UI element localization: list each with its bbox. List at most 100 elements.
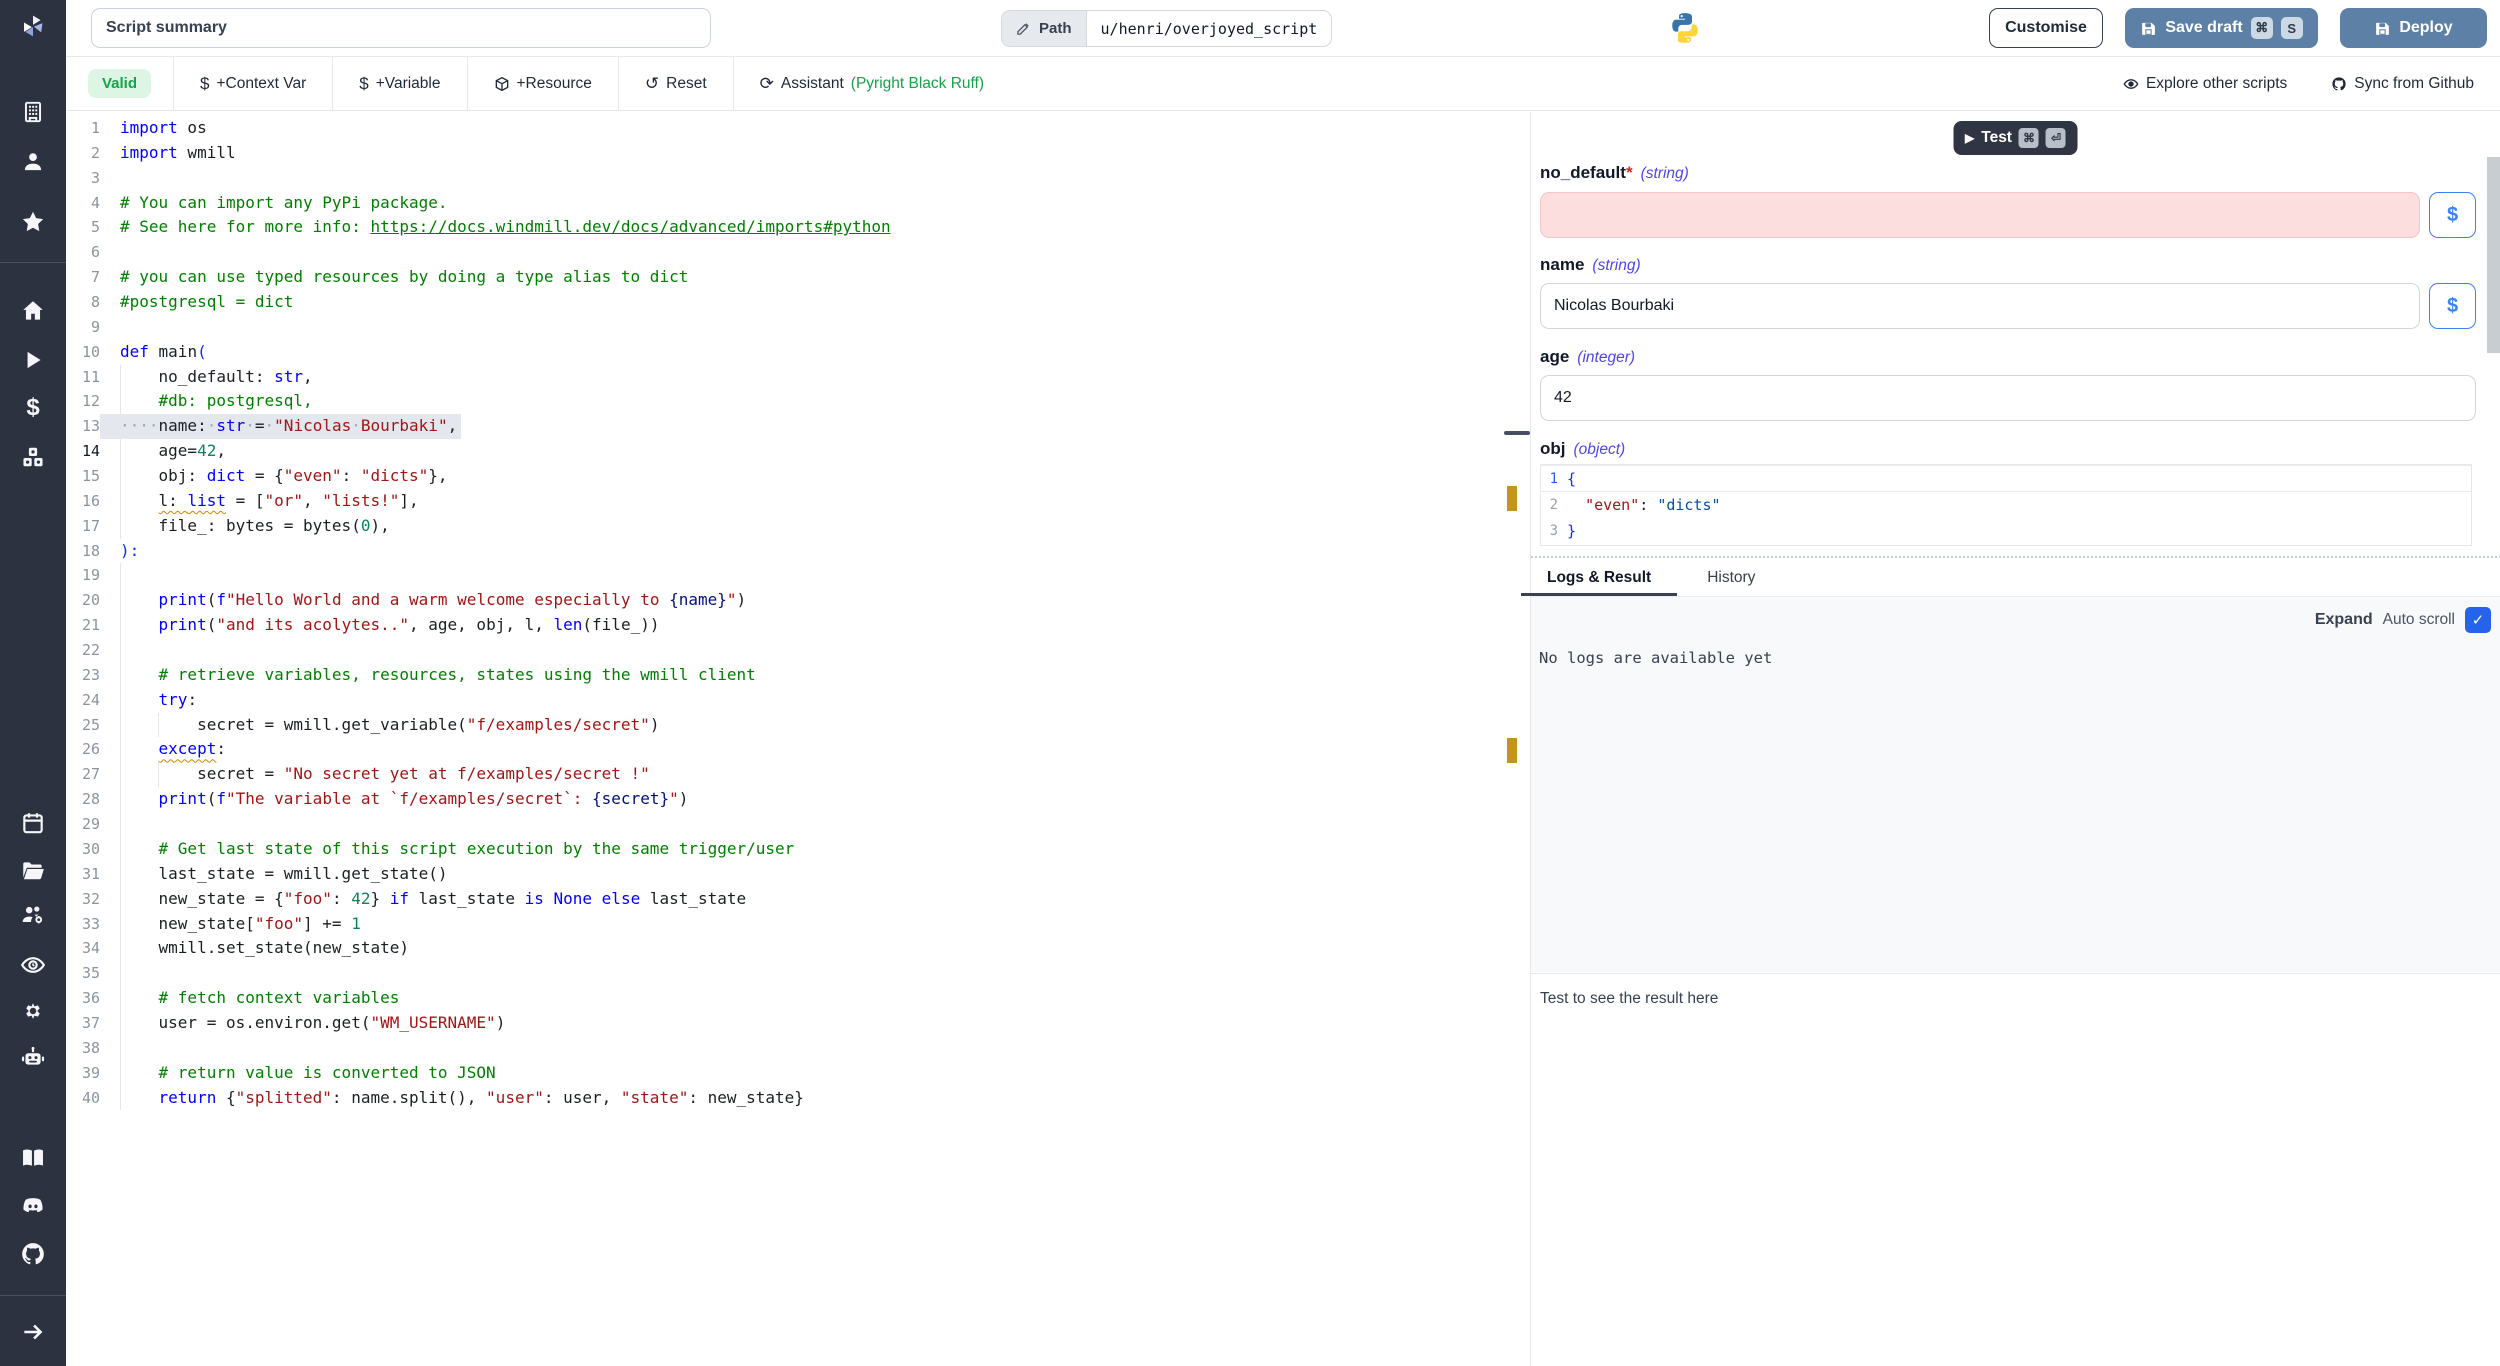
deploy-button[interactable]: Deploy [2340, 8, 2487, 48]
age-input[interactable] [1540, 375, 2476, 421]
boxes-icon[interactable] [18, 442, 48, 472]
code-line[interactable]: 40 return {"splitted": name.split(), "us… [66, 1086, 1530, 1111]
eye-icon[interactable] [18, 950, 48, 980]
github-icon[interactable] [18, 1239, 48, 1269]
code-line[interactable]: 37 user = os.environ.get("WM_USERNAME") [66, 1011, 1530, 1036]
line-number: 19 [66, 563, 100, 588]
test-button[interactable]: ▶ Test ⌘ ⏎ [1953, 121, 2078, 155]
code-line[interactable]: 31 last_state = wmill.get_state() [66, 862, 1530, 887]
code-line[interactable]: 8#postgresql = dict [66, 290, 1530, 315]
line-number: 40 [66, 1086, 100, 1111]
code-line[interactable]: 3 [66, 166, 1530, 191]
calendar-icon[interactable] [18, 808, 48, 838]
building-icon[interactable] [18, 97, 48, 127]
code-line[interactable]: 24 try: [66, 688, 1530, 713]
code-line[interactable]: 23 # retrieve variables, resources, stat… [66, 663, 1530, 688]
customise-button[interactable]: Customise [1989, 8, 2103, 48]
play-icon[interactable] [18, 345, 48, 375]
json-line[interactable]: 2 "even": "dicts" [1541, 492, 2471, 518]
code-line[interactable]: 14 age=42, [66, 439, 1530, 464]
code-line[interactable]: 6 [66, 240, 1530, 265]
dollar-icon[interactable]: $ [18, 393, 48, 423]
user-icon[interactable] [18, 147, 48, 177]
add-variable-button[interactable]: $ +Variable [333, 57, 466, 111]
line-number: 38 [66, 1036, 100, 1061]
code-line[interactable]: 19 [66, 563, 1530, 588]
line-number: 4 [66, 191, 100, 216]
obj-json-editor[interactable]: 1{2 "even": "dicts"3} [1540, 464, 2472, 546]
explore-label: Explore other scripts [2146, 75, 2287, 93]
home-icon[interactable] [18, 296, 48, 326]
code-line[interactable]: 33 new_state["foo"] += 1 [66, 912, 1530, 937]
code-line[interactable]: 28 print(f"The variable at `f/examples/s… [66, 787, 1530, 812]
code-line[interactable]: 25 secret = wmill.get_variable("f/exampl… [66, 713, 1530, 738]
code-line[interactable]: 15 obj: dict = {"even": "dicts"}, [66, 464, 1530, 489]
code-line[interactable]: 9 [66, 315, 1530, 340]
json-line[interactable]: 3} [1541, 518, 2471, 544]
code-line[interactable]: 20 print(f"Hello World and a warm welcom… [66, 588, 1530, 613]
reset-button[interactable]: ↺ Reset [619, 57, 733, 111]
book-open-icon[interactable] [18, 1143, 48, 1173]
arrow-right-icon[interactable] [18, 1317, 48, 1347]
line-number: 10 [66, 340, 100, 365]
refresh-icon: ⟳ [760, 75, 774, 92]
code-line[interactable]: 39 # return value is converted to JSON [66, 1061, 1530, 1086]
panel-vertical-resize-handle[interactable] [1531, 556, 2500, 558]
code-line[interactable]: 2import wmill [66, 141, 1530, 166]
save-draft-button[interactable]: Save draft ⌘ S [2125, 8, 2318, 48]
folder-open-icon[interactable] [18, 856, 48, 886]
windmill-logo-icon[interactable] [18, 11, 48, 41]
code-line[interactable]: 34 wmill.set_state(new_state) [66, 936, 1530, 961]
sync-from-github-button[interactable]: Sync from Github [2331, 57, 2474, 111]
code-line[interactable]: 29 [66, 812, 1530, 837]
kbd-cmd: ⌘ [2251, 17, 2273, 39]
add-context-var-button[interactable]: $ +Context Var [174, 57, 332, 111]
no-default-variable-picker-button[interactable]: $ [2429, 192, 2476, 238]
tab-history[interactable]: History [1707, 559, 1755, 596]
code-line[interactable]: 36 # fetch context variables [66, 986, 1530, 1011]
name-input[interactable] [1540, 283, 2420, 329]
code-line[interactable]: 30 # Get last state of this script execu… [66, 837, 1530, 862]
code-line[interactable]: 16 l: list = ["or", "lists!"], [66, 489, 1530, 514]
autoscroll-checkbox[interactable]: ✓ [2465, 607, 2491, 633]
code-line[interactable]: 17 file_: bytes = bytes(0), [66, 514, 1530, 539]
code-line[interactable]: 7# you can use typed resources by doing … [66, 265, 1530, 290]
code-line[interactable]: 26 except: [66, 737, 1530, 762]
users-gear-icon[interactable] [18, 900, 48, 930]
code-line[interactable]: 13····name:·str·=·"Nicolas·Bourbaki", [66, 414, 1530, 439]
script-summary-input[interactable] [91, 8, 711, 48]
code-line[interactable]: 32 new_state = {"foo": 42} if last_state… [66, 887, 1530, 912]
code-line[interactable]: 11 no_default: str, [66, 365, 1530, 390]
code-line[interactable]: 12 #db: postgresql, [66, 389, 1530, 414]
line-number: 15 [66, 464, 100, 489]
code-line[interactable]: 4# You can import any PyPi package. [66, 191, 1530, 216]
discord-icon[interactable] [18, 1191, 48, 1221]
code-line[interactable]: 22 [66, 638, 1530, 663]
warning-marker [1507, 486, 1517, 511]
gear-icon[interactable] [18, 996, 48, 1026]
panel-scrollbar[interactable] [2487, 157, 2500, 353]
explore-other-scripts-button[interactable]: Explore other scripts [2123, 57, 2287, 111]
code-editor[interactable]: 1import os2import wmill34# You can impor… [66, 112, 1530, 1366]
code-line[interactable]: 38 [66, 1036, 1530, 1061]
code-line[interactable]: 35 [66, 961, 1530, 986]
path-badge[interactable]: Path u/henri/overjoyed_script [1001, 10, 1332, 47]
no-default-input[interactable] [1540, 192, 2420, 238]
code-line[interactable]: 18): [66, 539, 1530, 564]
save-draft-label: Save draft [2165, 19, 2242, 37]
code-line[interactable]: 5# See here for more info: https://docs.… [66, 215, 1530, 240]
name-variable-picker-button[interactable]: $ [2429, 283, 2476, 329]
code-line[interactable]: 1import os [66, 116, 1530, 141]
code-line[interactable]: 10def main( [66, 340, 1530, 365]
tab-logs-result[interactable]: Logs & Result [1521, 559, 1677, 596]
panel-resize-handle[interactable] [1504, 431, 1530, 435]
star-icon[interactable] [18, 207, 48, 237]
code-line[interactable]: 27 secret = "No secret yet at f/examples… [66, 762, 1530, 787]
add-resource-button[interactable]: +Resource [468, 57, 618, 111]
assistant-button[interactable]: ⟳ Assistant (Pyright Black Ruff) [734, 57, 1010, 111]
code-line[interactable]: 21 print("and its acolytes..", age, obj,… [66, 613, 1530, 638]
line-number: 7 [66, 265, 100, 290]
json-line[interactable]: 1{ [1541, 465, 2471, 492]
expand-button[interactable]: Expand [2315, 611, 2373, 629]
robot-icon[interactable] [18, 1042, 48, 1072]
